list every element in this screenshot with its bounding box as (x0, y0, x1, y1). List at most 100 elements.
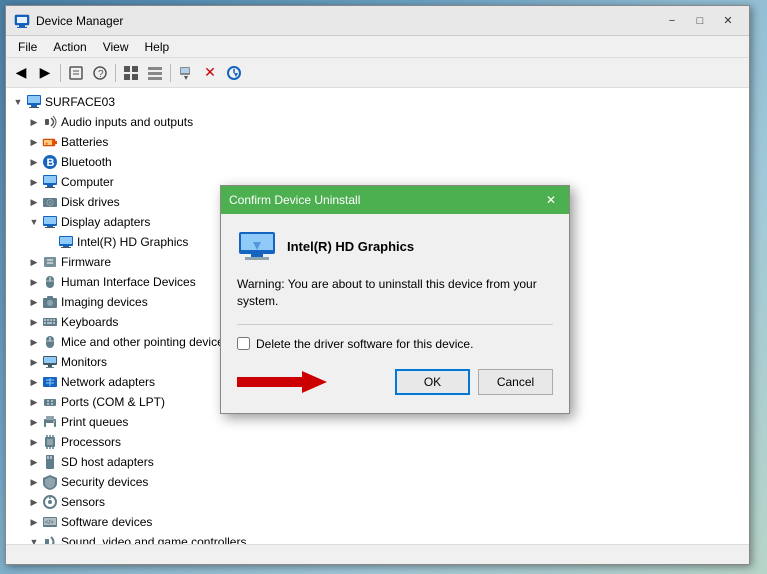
ok-button[interactable]: OK (395, 369, 470, 395)
computer-icon (26, 94, 42, 110)
security-icon (42, 474, 58, 490)
processors-label: Processors (61, 435, 121, 449)
tree-item-sound[interactable]: ▼ Sound, video and game controllers (6, 532, 749, 544)
help-button[interactable]: ? (89, 62, 111, 84)
tree-item-audio[interactable]: ▶ Audio inputs and outputs (6, 112, 749, 132)
svg-text:+: + (45, 142, 49, 148)
tree-item-surface03[interactable]: ▼ SURFACE03 (6, 92, 749, 112)
delete-driver-label[interactable]: Delete the driver software for this devi… (256, 337, 473, 351)
dialog-warning-text: Warning: You are about to uninstall this… (237, 276, 553, 310)
expand-security[interactable]: ▶ (26, 474, 42, 490)
expand-processors[interactable]: ▶ (26, 434, 42, 450)
svg-text:</>: </> (45, 520, 54, 526)
expand-disk[interactable]: ▶ (26, 194, 42, 210)
tree-item-bluetooth[interactable]: ▶ B Bluetooth (6, 152, 749, 172)
dialog-buttons: OK Cancel (237, 367, 553, 397)
scan-button[interactable] (223, 62, 245, 84)
delete-driver-checkbox[interactable] (237, 337, 250, 350)
expand-batteries[interactable]: ▶ (26, 134, 42, 150)
menu-view[interactable]: View (95, 38, 137, 56)
status-bar (6, 544, 749, 564)
sd-icon (42, 454, 58, 470)
svg-text:?: ? (98, 69, 104, 80)
expand-sound[interactable]: ▼ (26, 534, 42, 544)
title-bar: Device Manager − □ ✕ (6, 6, 749, 36)
expand-computer[interactable]: ▶ (26, 174, 42, 190)
forward-button[interactable]: ▶ (34, 62, 56, 84)
dialog-title-bar: Confirm Device Uninstall ✕ (221, 186, 569, 214)
toolbar-separator-2 (115, 64, 116, 82)
tree-item-print[interactable]: ▶ Print queues (6, 412, 749, 432)
expand-firmware[interactable]: ▶ (26, 254, 42, 270)
properties-button[interactable] (65, 62, 87, 84)
tree-item-sensors[interactable]: ▶ Sensors (6, 492, 749, 512)
back-button[interactable]: ◀ (10, 62, 32, 84)
expand-print[interactable]: ▶ (26, 414, 42, 430)
cancel-button[interactable]: Cancel (478, 369, 553, 395)
update-driver-button[interactable] (175, 62, 197, 84)
menu-help[interactable]: Help (137, 38, 178, 56)
bluetooth-label: Bluetooth (61, 155, 112, 169)
keyboards-label: Keyboards (61, 315, 118, 329)
svg-text:B: B (47, 157, 55, 169)
dialog-device-name: Intel(R) HD Graphics (287, 239, 414, 254)
dialog-separator (237, 324, 553, 325)
expand-software[interactable]: ▶ (26, 514, 42, 530)
toolbar-separator-3 (170, 64, 171, 82)
tree-item-batteries[interactable]: ▶ + Batteries (6, 132, 749, 152)
tree-item-security[interactable]: ▶ Security devices (6, 472, 749, 492)
expand-ports[interactable]: ▶ (26, 394, 42, 410)
close-button[interactable]: ✕ (715, 11, 741, 31)
intel-hd-label: Intel(R) HD Graphics (77, 235, 188, 249)
expand-imaging[interactable]: ▶ (26, 294, 42, 310)
tree-item-sd[interactable]: ▶ SD host adapters (6, 452, 749, 472)
display-label: Display adapters (61, 215, 150, 229)
dialog-title: Confirm Device Uninstall (229, 193, 541, 207)
intel-hd-icon (58, 234, 74, 250)
list-button[interactable] (120, 62, 142, 84)
audio-label: Audio inputs and outputs (61, 115, 193, 129)
expand-sd[interactable]: ▶ (26, 454, 42, 470)
network-label: Network adapters (61, 375, 155, 389)
menu-action[interactable]: Action (45, 38, 94, 56)
dialog-close-button[interactable]: ✕ (541, 191, 561, 209)
menu-bar: File Action View Help (6, 36, 749, 58)
toolbar-separator-1 (60, 64, 61, 82)
window-title: Device Manager (36, 14, 659, 28)
expand-surface03[interactable]: ▼ (10, 94, 26, 110)
audio-icon (42, 114, 58, 130)
imaging-label: Imaging devices (61, 295, 148, 309)
maximize-button[interactable]: □ (687, 11, 713, 31)
tree-item-software[interactable]: ▶ </> Software devices (6, 512, 749, 532)
ports-label: Ports (COM & LPT) (61, 395, 165, 409)
expand-display[interactable]: ▼ (26, 214, 42, 230)
computer-label: Computer (61, 175, 114, 189)
expand-sensors[interactable]: ▶ (26, 494, 42, 510)
app-icon (14, 13, 30, 29)
tree-item-processors[interactable]: ▶ Processors (6, 432, 749, 452)
expand-keyboards[interactable]: ▶ (26, 314, 42, 330)
expand-network[interactable]: ▶ (26, 374, 42, 390)
window-controls: − □ ✕ (659, 11, 741, 31)
minimize-button[interactable]: − (659, 11, 685, 31)
confirm-uninstall-dialog: Confirm Device Uninstall ✕ Intel(R) HD G… (220, 185, 570, 414)
expand-bluetooth[interactable]: ▶ (26, 154, 42, 170)
batteries-label: Batteries (61, 135, 108, 149)
sd-label: SD host adapters (61, 455, 154, 469)
expand-mice[interactable]: ▶ (26, 334, 42, 350)
dialog-device-row: Intel(R) HD Graphics (237, 230, 553, 262)
security-label: Security devices (61, 475, 148, 489)
toolbar: ◀ ▶ ? (6, 58, 749, 88)
expand-hid[interactable]: ▶ (26, 274, 42, 290)
expand-audio[interactable]: ▶ (26, 114, 42, 130)
uninstall-button[interactable]: ✕ (199, 62, 221, 84)
sound-icon (42, 534, 58, 544)
keyboard-icon (42, 314, 58, 330)
expand-monitors[interactable]: ▶ (26, 354, 42, 370)
dialog-body: Intel(R) HD Graphics Warning: You are ab… (221, 214, 569, 413)
processor-icon (42, 434, 58, 450)
display-icon (42, 214, 58, 230)
menu-file[interactable]: File (10, 38, 45, 56)
software-icon: </> (42, 514, 58, 530)
details-button[interactable] (144, 62, 166, 84)
